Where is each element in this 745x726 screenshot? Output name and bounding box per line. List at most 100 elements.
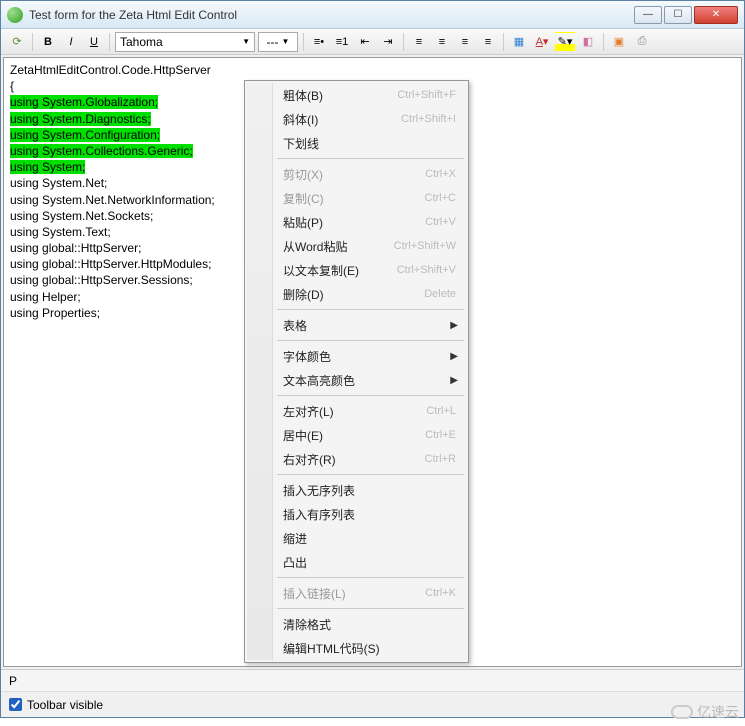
chevron-down-icon: ▼ — [282, 37, 290, 46]
toolbar: ⟳ B I U Tahoma ▼ --- ▼ ≡• ≡1 ⇤ ⇥ ≡ ≡ ≡ ≡… — [1, 29, 744, 55]
menu-label: 剪切(X) — [277, 166, 425, 183]
menu-item-align-right[interactable]: ≡右对齐(R)Ctrl+R — [247, 447, 466, 471]
align-left-button[interactable]: ≡ — [409, 32, 429, 52]
separator — [303, 33, 304, 51]
menu-item-underline[interactable]: U下划线 — [247, 131, 466, 155]
menu-item-html[interactable]: <>编辑HTML代码(S) — [247, 636, 466, 660]
menu-item-link: 🔗插入链接(L)Ctrl+K — [247, 581, 466, 605]
ul-button[interactable]: ≡• — [309, 32, 329, 52]
menu-item-delete[interactable]: ✖删除(D)Delete — [247, 282, 466, 306]
menu-item-italic[interactable]: I斜体(I)Ctrl+Shift+I — [247, 107, 466, 131]
menu-item-outdent[interactable]: ⇤凸出 — [247, 550, 466, 574]
menu-separator — [277, 577, 464, 578]
menu-label: 以文本复制(E) — [277, 262, 397, 279]
submenu-arrow-icon: ▶ — [450, 320, 462, 331]
font-select[interactable]: Tahoma ▼ — [115, 32, 255, 52]
menu-item-bold[interactable]: B粗体(B)Ctrl+Shift+F — [247, 83, 466, 107]
menu-item-align-left[interactable]: ≡左对齐(L)Ctrl+L — [247, 399, 466, 423]
menu-item-ul[interactable]: ≡插入无序列表 — [247, 478, 466, 502]
menu-shortcut: Ctrl+L — [426, 405, 462, 417]
font-name: Tahoma — [120, 35, 163, 49]
print-button[interactable]: ⎙ — [632, 32, 652, 52]
menu-shortcut: Ctrl+Shift+W — [394, 240, 462, 252]
menu-separator — [277, 340, 464, 341]
bold-button[interactable]: B — [38, 32, 58, 52]
menu-item-font-color[interactable]: A字体颜色▶ — [247, 344, 466, 368]
toolbar-visible-label: Toolbar visible — [27, 698, 103, 712]
align-right-button[interactable]: ≡ — [455, 32, 475, 52]
eraser-button[interactable]: ◧ — [578, 32, 598, 52]
menu-item-highlight[interactable]: ✎文本高亮颜色▶ — [247, 368, 466, 392]
menu-item-indent[interactable]: ⇥缩进 — [247, 526, 466, 550]
app-icon — [7, 7, 23, 23]
menu-label: 下划线 — [277, 135, 462, 152]
context-menu[interactable]: B粗体(B)Ctrl+Shift+FI斜体(I)Ctrl+Shift+IU下划线… — [244, 80, 469, 663]
menu-separator — [277, 608, 464, 609]
align-center-button[interactable]: ≡ — [432, 32, 452, 52]
menu-label: 缩进 — [277, 530, 462, 547]
menu-label: 插入无序列表 — [277, 482, 462, 499]
menu-shortcut: Ctrl+K — [425, 587, 462, 599]
minimize-button[interactable]: — — [634, 6, 662, 24]
outdent-button[interactable]: ⇤ — [355, 32, 375, 52]
menu-label: 粘贴(P) — [277, 214, 425, 231]
menu-label: 插入链接(L) — [277, 585, 425, 602]
menu-label: 粗体(B) — [277, 87, 397, 104]
menu-item-paste[interactable]: 📋粘贴(P)Ctrl+V — [247, 210, 466, 234]
separator — [109, 33, 110, 51]
watermark: 亿速云 — [671, 702, 739, 722]
menu-item-paste-word[interactable]: 📋从Word粘贴Ctrl+Shift+W — [247, 234, 466, 258]
options-row: Toolbar visible — [1, 691, 744, 717]
ol-button[interactable]: ≡1 — [332, 32, 352, 52]
menu-label: 左对齐(L) — [277, 403, 426, 420]
cloud-icon — [671, 705, 693, 719]
picture-button[interactable]: ▣ — [609, 32, 629, 52]
menu-label: 右对齐(R) — [277, 451, 425, 468]
menu-item-copy-text[interactable]: ⎘以文本复制(E)Ctrl+Shift+V — [247, 258, 466, 282]
menu-label: 表格 — [277, 317, 450, 334]
separator — [32, 33, 33, 51]
menu-item-copy: ⎘复制(C)Ctrl+C — [247, 186, 466, 210]
titlebar[interactable]: Test form for the Zeta Html Edit Control… — [1, 1, 744, 29]
highlight-button[interactable]: ✎▾ — [555, 32, 575, 52]
menu-label: 居中(E) — [277, 427, 425, 444]
menu-shortcut: Delete — [424, 288, 462, 300]
menu-shortcut: Ctrl+X — [425, 168, 462, 180]
italic-button[interactable]: I — [61, 32, 81, 52]
size-select[interactable]: --- ▼ — [258, 32, 298, 52]
refresh-icon[interactable]: ⟳ — [7, 32, 27, 52]
size-value: --- — [267, 35, 279, 49]
menu-separator — [277, 309, 464, 310]
menu-label: 斜体(I) — [277, 111, 401, 128]
menu-item-align-center[interactable]: ≡居中(E)Ctrl+E — [247, 423, 466, 447]
separator — [603, 33, 604, 51]
justify-button[interactable]: ≡ — [478, 32, 498, 52]
menu-label: 编辑HTML代码(S) — [277, 640, 462, 657]
status-text: P — [9, 674, 17, 688]
toolbar-visible-checkbox[interactable] — [9, 698, 22, 711]
image-button[interactable]: ▦ — [509, 32, 529, 52]
menu-item-table[interactable]: ▦表格▶ — [247, 313, 466, 337]
menu-shortcut: Ctrl+V — [425, 216, 462, 228]
menu-label: 凸出 — [277, 554, 462, 571]
menu-label: 清除格式 — [277, 616, 462, 633]
indent-button[interactable]: ⇥ — [378, 32, 398, 52]
separator — [403, 33, 404, 51]
submenu-arrow-icon: ▶ — [450, 351, 462, 362]
maximize-button[interactable]: ☐ — [664, 6, 692, 24]
menu-label: 文本高亮颜色 — [277, 372, 450, 389]
menu-item-ol[interactable]: ≡插入有序列表 — [247, 502, 466, 526]
underline-button[interactable]: U — [84, 32, 104, 52]
menu-icon-column — [247, 83, 273, 660]
menu-shortcut: Ctrl+C — [425, 192, 462, 204]
close-button[interactable]: ✕ — [694, 6, 738, 24]
status-bar: P — [1, 669, 744, 691]
font-color-button[interactable]: A▾ — [532, 32, 552, 52]
submenu-arrow-icon: ▶ — [450, 375, 462, 386]
menu-shortcut: Ctrl+Shift+V — [397, 264, 462, 276]
menu-label: 复制(C) — [277, 190, 425, 207]
menu-separator — [277, 395, 464, 396]
window-title: Test form for the Zeta Html Edit Control — [29, 8, 632, 22]
menu-item-eraser[interactable]: ◧清除格式 — [247, 612, 466, 636]
chevron-down-icon: ▼ — [242, 37, 250, 46]
